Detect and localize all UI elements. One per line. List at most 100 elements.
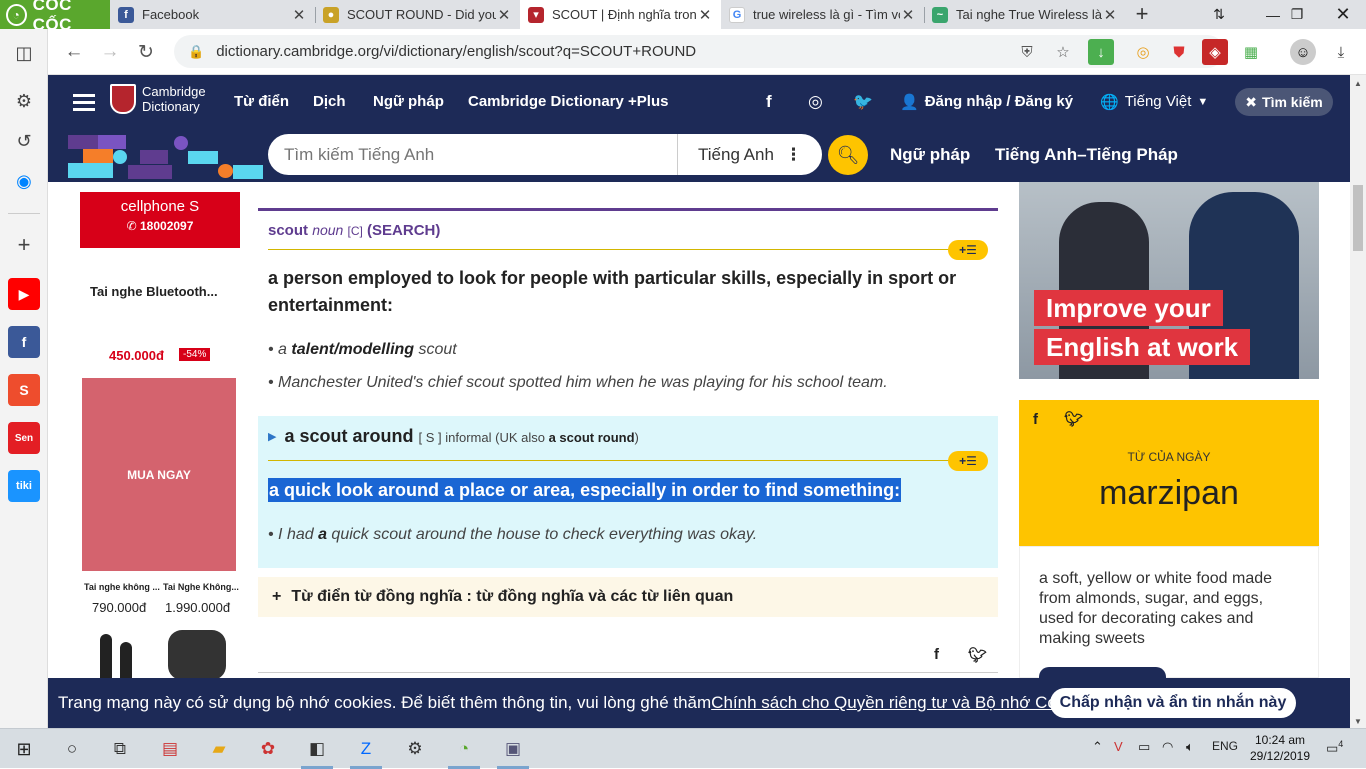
hamburger-menu-icon[interactable] <box>73 90 95 115</box>
right-advertisement[interactable]: Improve your English at work <box>1019 182 1319 379</box>
tab-title: SCOUT ROUND - Did you spell i <box>347 7 496 22</box>
close-tab-icon[interactable]: ✕ <box>900 6 916 24</box>
close-tab-icon[interactable]: ✕ <box>496 6 512 24</box>
facebook-icon[interactable]: f <box>8 326 40 358</box>
forward-button[interactable]: → <box>94 36 126 68</box>
close-tab-icon[interactable]: ✕ <box>1102 6 1118 24</box>
sendo-icon[interactable]: Sen <box>8 422 40 454</box>
app-icon[interactable]: ◧ <box>297 733 337 769</box>
tab-true-wireless[interactable]: ~ Tai nghe True Wireless là gì? ✕ <box>924 0 1126 29</box>
wotd-word[interactable]: marzipan <box>1019 474 1319 513</box>
app-icon[interactable]: ▣ <box>493 733 533 769</box>
wotd-more-button[interactable] <box>1039 667 1166 678</box>
add-to-wordlist-button[interactable]: +☰ <box>948 240 988 260</box>
tray-app-icon[interactable]: V <box>1114 739 1123 754</box>
search-input[interactable] <box>268 144 677 165</box>
tab-facebook[interactable]: f Facebook ✕ <box>110 0 315 29</box>
messenger-icon[interactable]: ◉ <box>8 165 40 197</box>
battery-icon[interactable]: ▭ <box>1138 739 1150 755</box>
privacy-policy-link[interactable]: Chính sách cho Quyền riêng tư và Bộ nhớ … <box>711 693 1096 713</box>
maximize-button[interactable]: ❐ <box>1274 0 1320 29</box>
chevron-up-icon[interactable]: ⌃ <box>1092 739 1103 755</box>
twitter-icon[interactable]: 🐦 <box>853 75 873 128</box>
ad-buy-now-button[interactable]: MUA NGAY <box>82 378 236 571</box>
crest-icon <box>110 84 136 114</box>
app-icon[interactable]: ✿ <box>248 733 288 765</box>
add-app-icon[interactable]: + <box>8 229 40 261</box>
windows-start-icon[interactable]: ⊞ <box>4 733 44 765</box>
close-tab-icon[interactable]: ✕ <box>697 6 713 24</box>
nav-dictionary[interactable]: Từ điển <box>234 75 289 128</box>
file-explorer-icon[interactable]: ▰ <box>199 733 239 765</box>
notification-icon[interactable]: ▭4 <box>1326 739 1343 756</box>
add-to-wordlist-button[interactable]: +☰ <box>948 451 988 471</box>
scrollbar[interactable]: ▲ ▼ <box>1350 75 1366 728</box>
scrollbar-thumb[interactable] <box>1353 185 1363 251</box>
download-icon[interactable]: ↓ <box>1088 39 1114 65</box>
nav-translate[interactable]: Dịch <box>313 75 346 128</box>
example: • I had a quick scout around the house t… <box>268 526 758 543</box>
close-window-button[interactable]: ✕ <box>1320 0 1366 29</box>
shield-icon[interactable]: ⛨ <box>1014 39 1040 65</box>
task-view-icon[interactable]: ⧉ <box>100 733 140 765</box>
dictionary-language-select[interactable]: Tiếng Anh ⋮ <box>677 134 822 175</box>
cambridge-logo[interactable]: Cambridge Dictionary <box>110 84 206 114</box>
extension-icon[interactable]: ▦ <box>1238 39 1264 65</box>
subnav-english-french[interactable]: Tiếng Anh–Tiếng Pháp <box>995 128 1178 182</box>
close-tab-icon[interactable]: ✕ <box>291 6 307 24</box>
login-link[interactable]: 👤 Đăng nhập / Đăng ký <box>900 75 1073 128</box>
nav-grammar[interactable]: Ngữ pháp <box>373 75 444 128</box>
ad-price: 450.000đ <box>109 348 164 363</box>
page-content: cellphone S ✆ 18002097 Tai nghe Bluetoot… <box>48 182 1350 678</box>
tab-cambridge-scout[interactable]: ▾ SCOUT | Định nghĩa trong T ✕ <box>520 0 721 29</box>
accept-cookies-button[interactable]: Chấp nhận và ẩn tin nhắn này <box>1050 688 1296 718</box>
extension-icon[interactable]: ◈ <box>1202 39 1228 65</box>
search-toggle-button[interactable]: ✖ Tìm kiếm <box>1235 88 1333 116</box>
facebook-icon[interactable]: f <box>766 75 772 128</box>
search-submit-button[interactable]: 🔍︎ <box>828 135 868 175</box>
subnav-grammar[interactable]: Ngữ pháp <box>890 128 970 182</box>
volume-icon[interactable]: 🔈︎ <box>1186 739 1194 755</box>
extension-icon[interactable]: ◎ <box>1130 39 1156 65</box>
site-icon: ● <box>323 6 339 23</box>
history-icon[interactable]: ↺ <box>8 125 40 157</box>
thesaurus-toggle[interactable]: + Từ điển từ đồng nghĩa : từ đồng nghĩa … <box>258 577 998 617</box>
adblock-icon[interactable]: ⛊ <box>1166 39 1192 65</box>
avatar[interactable]: ☺ <box>1290 39 1316 65</box>
left-advertisement[interactable]: cellphone S ✆ 18002097 Tai nghe Bluetoot… <box>80 192 240 678</box>
caret-right-icon[interactable]: ▶ <box>268 431 276 443</box>
shopee-icon[interactable]: S <box>8 374 40 406</box>
downloads-icon[interactable]: ⤓ <box>1328 39 1354 65</box>
ad-item-price: 790.000đ <box>92 600 147 615</box>
zalo-icon[interactable]: Z <box>346 733 386 769</box>
share-facebook-icon[interactable]: f <box>934 646 939 663</box>
word-of-the-day: f 🐦︎ TỪ CỦA NGÀY marzipan <box>1019 400 1319 546</box>
sidebar-toggle-icon[interactable]: ◫ <box>8 37 40 69</box>
reload-button[interactable]: ↻ <box>130 36 162 68</box>
youtube-icon[interactable]: ▶ <box>8 278 40 310</box>
definition: a person employed to look for people wit… <box>268 268 957 315</box>
wifi-icon[interactable]: ◠ <box>1162 739 1173 755</box>
language-indicator[interactable]: ENG <box>1212 739 1238 753</box>
facebook-icon[interactable]: f <box>1033 411 1038 428</box>
settings-icon[interactable]: ⚙ <box>8 85 40 117</box>
share-twitter-icon[interactable]: 🐦︎ <box>968 646 987 664</box>
tab-search-icon[interactable]: ⇅ <box>1196 0 1242 29</box>
new-tab-button[interactable]: + <box>1130 2 1154 26</box>
tiki-icon[interactable]: tiki <box>8 470 40 502</box>
tab-scout-round[interactable]: ● SCOUT ROUND - Did you spell i ✕ <box>315 0 520 29</box>
language-selector[interactable]: 🌐 Tiếng Việt ▼ <box>1100 75 1208 128</box>
tab-google-search[interactable]: G true wireless là gì - Tìm với G ✕ <box>721 0 924 29</box>
bookmark-star-icon[interactable]: ☆ <box>1050 39 1076 65</box>
back-button[interactable]: ← <box>58 36 90 68</box>
instagram-icon[interactable]: ◎ <box>808 75 823 128</box>
settings-icon[interactable]: ⚙ <box>395 733 435 765</box>
coccoc-icon[interactable]: ◔ <box>444 733 484 769</box>
search-icon[interactable]: ○ <box>52 733 92 765</box>
app-icon[interactable]: ▤ <box>150 733 190 765</box>
wotd-definition-card: a soft, yellow or white food made from a… <box>1019 546 1319 678</box>
coccoc-menu-button[interactable]: ◔ CỐC CỐC <box>0 0 110 34</box>
nav-plus[interactable]: Cambridge Dictionary +Plus <box>468 75 668 128</box>
twitter-icon[interactable]: 🐦︎ <box>1064 411 1083 428</box>
clock[interactable]: 10:24 am 29/12/2019 <box>1240 732 1320 764</box>
